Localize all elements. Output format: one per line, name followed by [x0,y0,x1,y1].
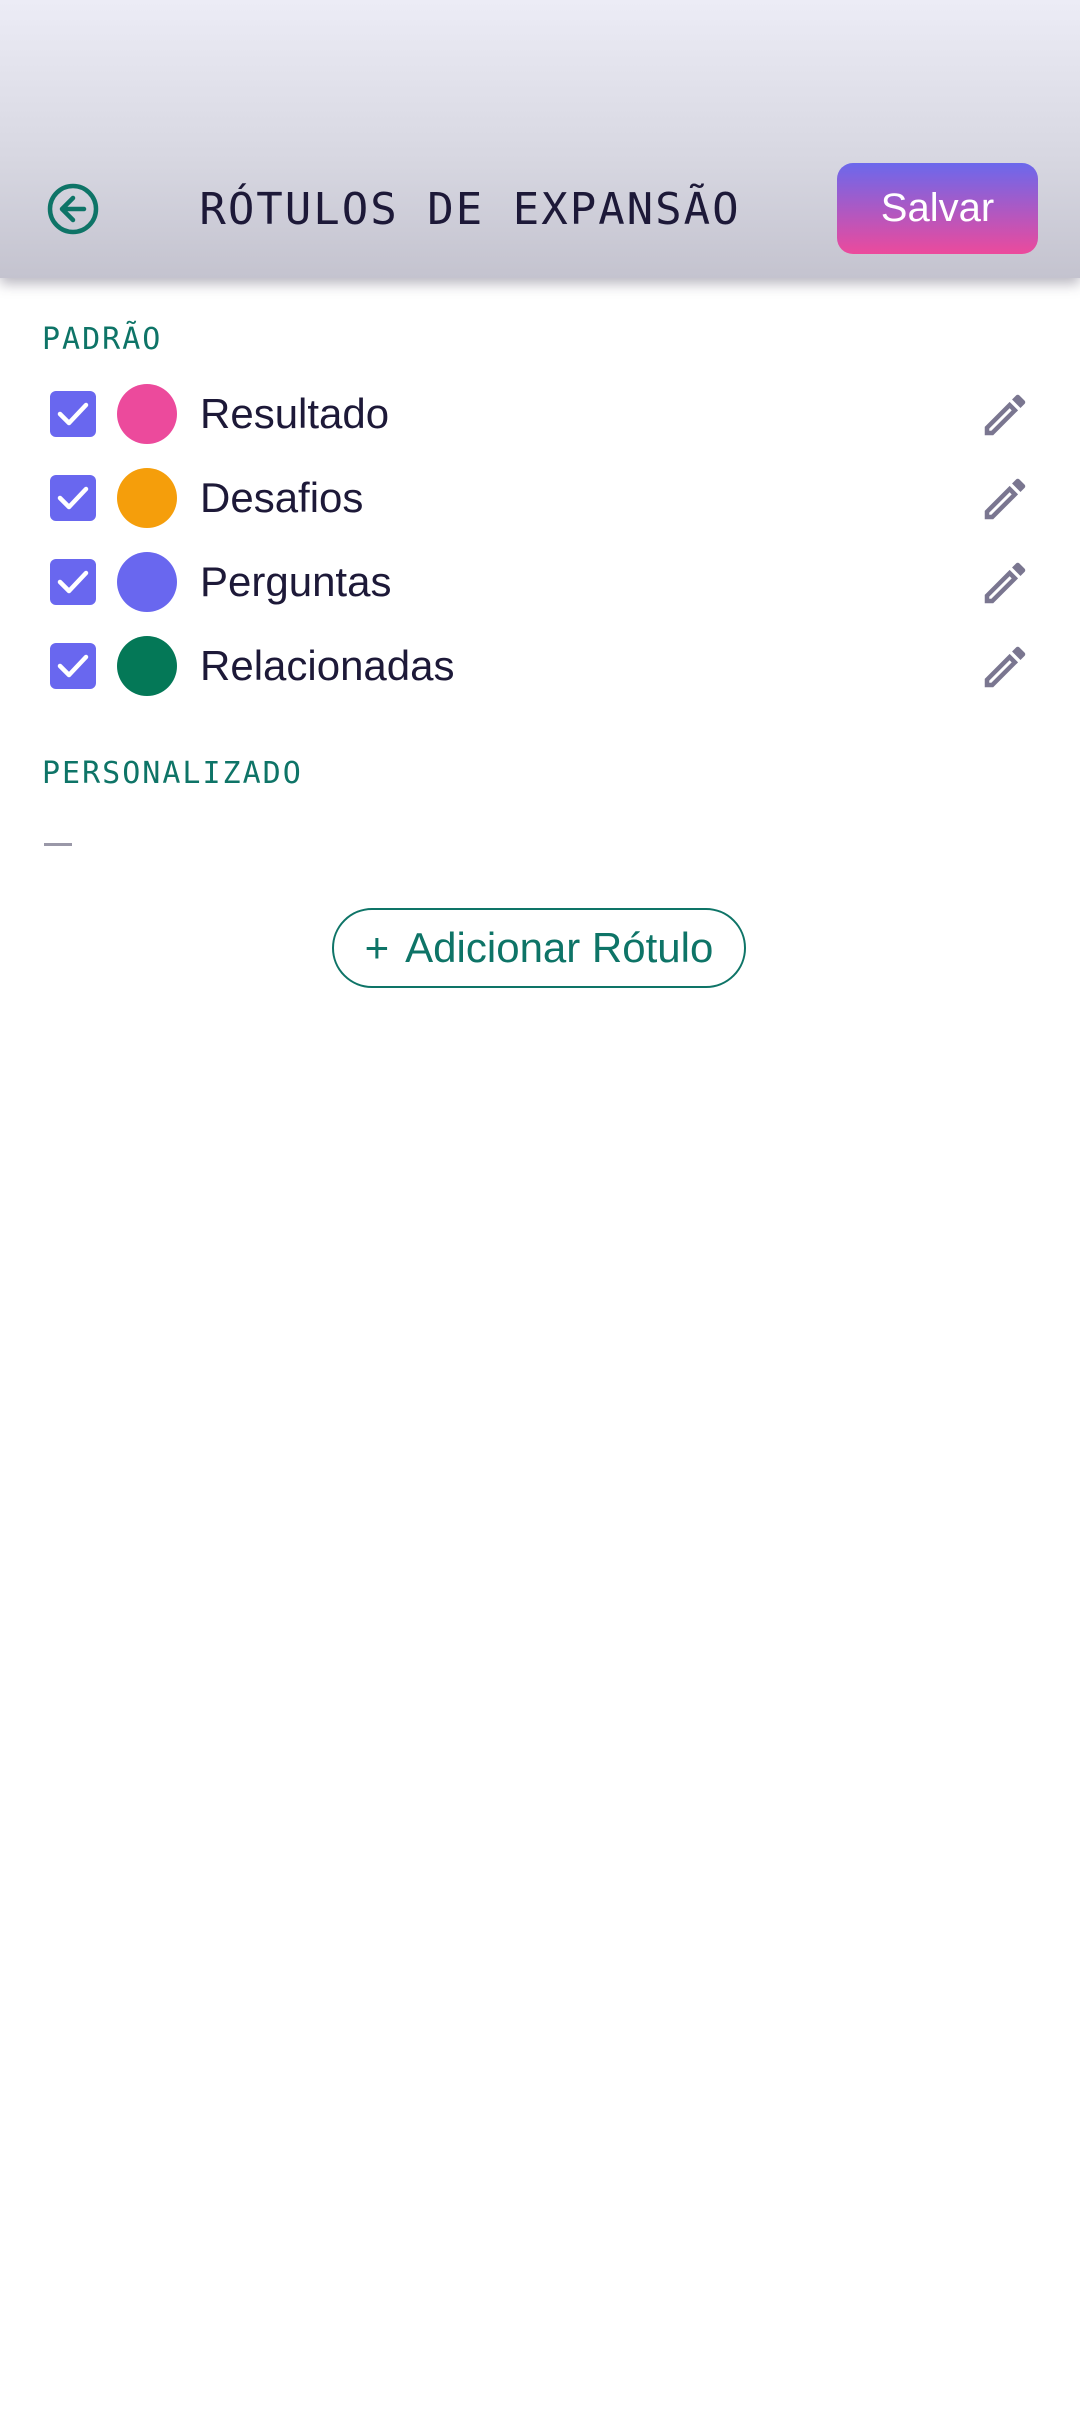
pencil-icon [984,562,1026,604]
label-checkbox[interactable] [50,643,96,689]
check-icon [57,654,89,678]
pencil-icon [984,394,1026,436]
label-color-dot [117,468,177,528]
add-label-text: Adicionar Rótulo [405,924,714,971]
label-color-dot [117,636,177,696]
label-name: Resultado [200,390,390,437]
check-icon [57,402,89,426]
top-app-bar: RÓTULOS DE EXPANSÃO Salvar [0,0,1080,278]
label-color-dot [117,384,177,444]
label-name: Desafios [200,474,364,521]
label-checkbox[interactable] [50,475,96,521]
label-row-resultado: Resultado [0,372,1080,456]
edit-button[interactable] [978,640,1032,694]
label-checkbox[interactable] [50,559,96,605]
edit-button[interactable] [978,556,1032,610]
label-row-perguntas: Perguntas [0,540,1080,624]
pencil-icon [984,646,1026,688]
check-icon [57,486,89,510]
edit-button[interactable] [978,472,1032,526]
section-label-custom: PERSONALIZADO [42,756,303,791]
label-row-desafios: Desafios [0,456,1080,540]
save-button[interactable]: Salvar [837,163,1038,254]
section-label-default: PADRÃO [42,322,163,357]
arrow-left-circle-icon [47,183,99,235]
pencil-icon [984,478,1026,520]
label-color-dot [117,552,177,612]
check-icon [57,570,89,594]
edit-button[interactable] [978,388,1032,442]
label-name: Perguntas [200,558,392,605]
label-checkbox[interactable] [50,391,96,437]
add-label-button[interactable]: + Adicionar Rótulo [332,908,746,988]
back-button[interactable] [46,182,100,236]
page-title: RÓTULOS DE EXPANSÃO [199,184,741,235]
plus-icon: + [364,924,390,971]
label-row-relacionadas: Relacionadas [0,624,1080,708]
label-name: Relacionadas [200,642,455,689]
empty-list-placeholder [44,843,72,846]
